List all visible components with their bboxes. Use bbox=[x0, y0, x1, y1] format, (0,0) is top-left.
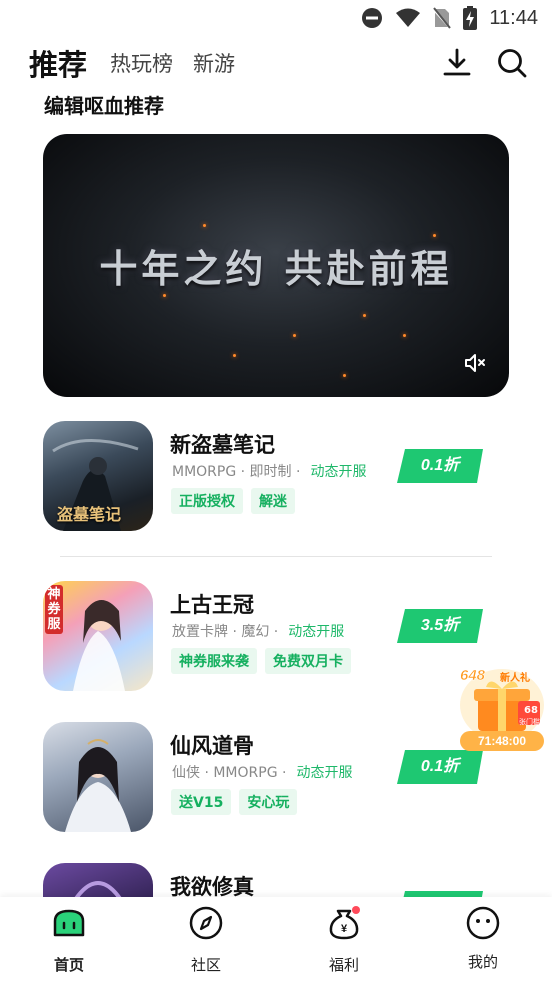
game-icon[interactable] bbox=[43, 722, 153, 832]
search-icon[interactable] bbox=[495, 46, 529, 80]
mute-icon[interactable] bbox=[463, 351, 487, 375]
gift-label: 新人礼 bbox=[500, 673, 530, 684]
money-bag-icon: ¥ bbox=[329, 906, 360, 940]
discount-badge[interactable]: 0.1折 bbox=[397, 449, 483, 483]
tab-hot-list[interactable]: 热玩榜 bbox=[110, 48, 173, 78]
header: 推荐 热玩榜 新游 bbox=[0, 38, 552, 86]
section-title: 编辑呕血推荐 bbox=[44, 94, 164, 118]
game-server: 动态开服 bbox=[310, 464, 367, 480]
status-icons: 11:44 bbox=[361, 6, 538, 30]
discount-text: 0.1折 bbox=[420, 457, 460, 474]
game-tag: 送V15 bbox=[171, 789, 232, 815]
nav-label: 社区 bbox=[190, 956, 221, 974]
game-icon[interactable]: 盗墓笔记 bbox=[43, 421, 153, 531]
bottom-nav: 首页 社区 ¥ 福利 我的 bbox=[0, 897, 552, 983]
game-tag: 解迷 bbox=[251, 488, 295, 514]
gift-badge-sub: 张门槛 bbox=[519, 718, 540, 726]
game-genre: 放置卡牌 · 魔幻 · bbox=[172, 624, 279, 640]
game-tags: 送V15 安心玩 bbox=[171, 789, 298, 815]
game-name: 仙风道骨 bbox=[170, 734, 254, 758]
game-server: 动态开服 bbox=[288, 624, 345, 640]
game-meta: MMORPG · 即时制 · 动态开服 bbox=[172, 461, 366, 481]
nav-profile[interactable]: 我的 bbox=[423, 897, 543, 983]
game-tag: 正版授权 bbox=[171, 488, 243, 514]
gift-timer: 71:48:00 bbox=[460, 731, 544, 751]
game-tags: 正版授权 解迷 bbox=[171, 488, 295, 514]
game-name: 新盗墓笔记 bbox=[170, 433, 275, 457]
discount-text: 0.1折 bbox=[420, 758, 460, 775]
profile-face-icon bbox=[466, 906, 500, 940]
battery-charging-icon bbox=[463, 6, 478, 30]
video-banner[interactable]: 十年之约 共赴前程 bbox=[43, 134, 509, 397]
tab-recommend[interactable]: 推荐 bbox=[29, 42, 87, 84]
gift-amount: 648 bbox=[460, 667, 486, 685]
game-tag: 神券服来袭 bbox=[171, 648, 257, 674]
game-tag: 免费双月卡 bbox=[265, 648, 351, 674]
game-icon-logo-text: 神券服 bbox=[45, 585, 63, 634]
nav-label: 福利 bbox=[328, 956, 359, 974]
nav-label: 首页 bbox=[53, 956, 84, 974]
home-icon bbox=[53, 909, 85, 937]
immortal-artwork bbox=[65, 739, 131, 832]
discount-text: 3.5折 bbox=[420, 617, 460, 634]
game-list-item[interactable]: 盗墓笔记 新盗墓笔记 MMORPG · 即时制 · 动态开服 正版授权 解迷 0… bbox=[43, 421, 523, 533]
game-genre: 仙侠 · MMORPG · bbox=[172, 765, 287, 781]
compass-icon bbox=[189, 906, 223, 940]
nav-label: 我的 bbox=[467, 953, 498, 971]
game-meta: 仙侠 · MMORPG · 动态开服 bbox=[172, 762, 352, 782]
game-name: 上古王冠 bbox=[170, 593, 254, 617]
game-tag: 安心玩 bbox=[239, 789, 298, 815]
game-tags: 神券服来袭 免费双月卡 bbox=[171, 648, 351, 674]
game-list-item[interactable]: 仙风道骨 仙侠 · MMORPG · 动态开服 送V15 安心玩 0.1折 bbox=[43, 722, 523, 834]
banner-title: 十年之约 共赴前程 bbox=[99, 246, 453, 291]
divider bbox=[60, 556, 492, 557]
no-sim-icon bbox=[433, 7, 452, 29]
game-meta: 放置卡牌 · 魔幻 · 动态开服 bbox=[172, 621, 344, 641]
nav-home[interactable]: 首页 bbox=[9, 897, 129, 983]
game-icon-logo-text: 盗墓笔记 bbox=[57, 505, 122, 524]
game-server: 动态开服 bbox=[296, 765, 353, 781]
discount-badge[interactable]: 0.1折 bbox=[397, 750, 483, 784]
game-list-item[interactable]: 神券服 上古王冠 放置卡牌 · 魔幻 · 动态开服 神券服来袭 免费双月卡 3.… bbox=[43, 581, 523, 693]
discount-badge[interactable]: 3.5折 bbox=[397, 609, 483, 643]
game-icon[interactable]: 神券服 bbox=[43, 581, 153, 691]
wifi-icon bbox=[396, 8, 421, 27]
svg-text:¥: ¥ bbox=[341, 923, 348, 935]
newbie-gift-float[interactable]: 648 新人礼 68 张门槛 71:48:00 bbox=[456, 665, 548, 751]
nav-community[interactable]: 社区 bbox=[146, 897, 266, 983]
tab-new-games[interactable]: 新游 bbox=[193, 48, 235, 78]
status-bar: 11:44 bbox=[0, 0, 552, 38]
game-genre: MMORPG · 即时制 · bbox=[172, 464, 301, 480]
status-time: 11:44 bbox=[489, 6, 538, 29]
gift-badge-amount: 68 bbox=[524, 705, 538, 716]
do-not-disturb-icon bbox=[362, 8, 383, 28]
download-icon[interactable] bbox=[440, 46, 474, 80]
nav-welfare[interactable]: ¥ 福利 bbox=[284, 897, 404, 983]
